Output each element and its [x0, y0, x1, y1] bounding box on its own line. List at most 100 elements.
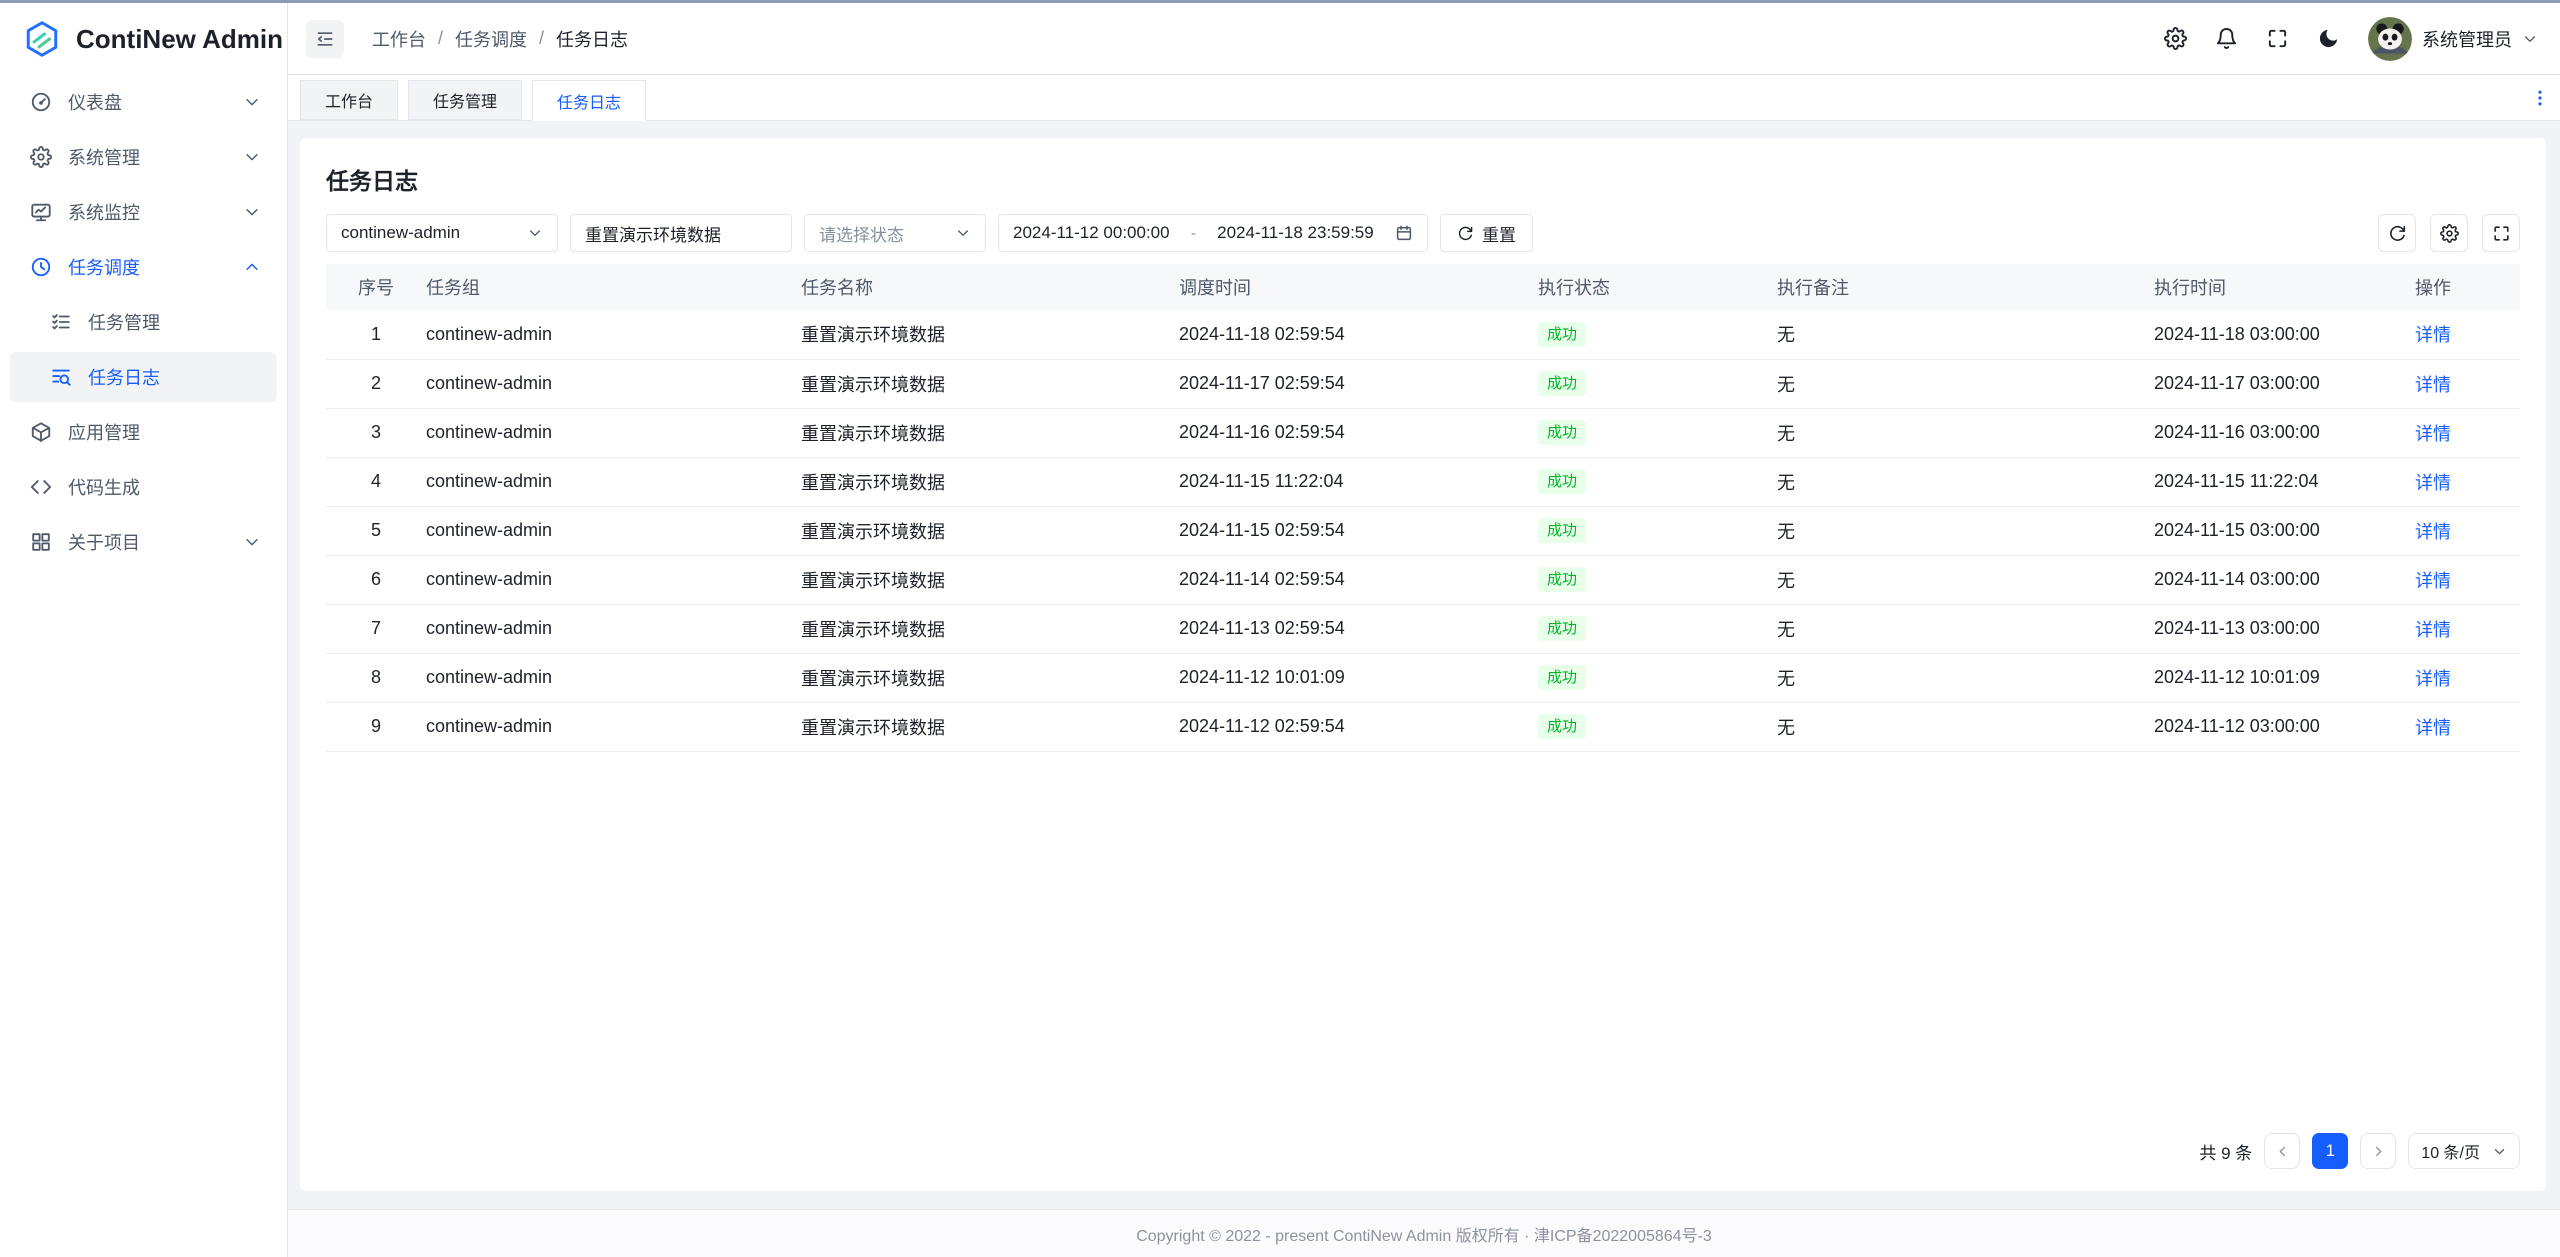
sidebar-item-label: 任务管理 — [88, 309, 160, 335]
table-row: 9continew-admin重置演示环境数据2024-11-12 02:59:… — [326, 702, 2520, 751]
sidebar-item-task-log[interactable]: 任务日志 — [10, 352, 277, 402]
tab-more-icon[interactable] — [2530, 88, 2550, 108]
chevron-down-icon — [243, 203, 261, 221]
topbar: 工作台/任务调度/任务日志 — [288, 3, 2560, 75]
pagination-next-button[interactable] — [2360, 1133, 2396, 1169]
sidebar-item-task-management[interactable]: 任务管理 — [10, 297, 277, 347]
task-name: 重置演示环境数据 — [801, 702, 1179, 751]
table-row: 8continew-admin重置演示环境数据2024-11-12 10:01:… — [326, 653, 2520, 702]
schedule-time: 2024-11-12 02:59:54 — [1179, 702, 1538, 751]
menu-fold-icon — [315, 29, 335, 49]
task-log-card: 任务日志 continew-admin 请选择状态 2024-11-12 00:… — [300, 138, 2546, 1191]
monitor-icon — [30, 201, 52, 223]
exec-time: 2024-11-16 03:00:00 — [2154, 408, 2415, 457]
row-index: 1 — [326, 310, 426, 359]
row-index: 4 — [326, 457, 426, 506]
sidebar-item-label: 系统管理 — [68, 144, 140, 170]
column-settings-button[interactable] — [2430, 214, 2468, 252]
pagination: 共 9 条 1 10 条/页 — [326, 1115, 2520, 1191]
column-header: 任务组 — [426, 264, 801, 310]
sidebar-collapse-button[interactable] — [306, 20, 344, 58]
cube-icon — [30, 421, 52, 443]
task-name-input[interactable] — [570, 214, 792, 252]
pagination-page-button[interactable]: 1 — [2312, 1133, 2348, 1169]
detail-link[interactable]: 详情 — [2415, 669, 2451, 689]
logo[interactable]: ContiNew Admin — [0, 3, 287, 75]
schedule-time: 2024-11-14 02:59:54 — [1179, 555, 1538, 604]
status-badge: 成功 — [1538, 616, 1586, 641]
date-start: 2024-11-12 00:00:00 — [1013, 223, 1170, 243]
exec-time: 2024-11-12 10:01:09 — [2154, 653, 2415, 702]
sidebar-item-label: 系统监控 — [68, 199, 140, 225]
pagination-prev-button[interactable] — [2264, 1133, 2300, 1169]
fullscreen-icon[interactable] — [2266, 27, 2289, 50]
status-cell: 成功 — [1538, 408, 1777, 457]
tab-workplace[interactable]: 工作台 — [300, 80, 398, 120]
status-badge: 成功 — [1538, 322, 1586, 347]
page-size-select[interactable]: 10 条/页 — [2408, 1133, 2520, 1169]
dark-mode-moon-icon[interactable] — [2317, 27, 2340, 50]
chevron-down-icon — [2492, 1144, 2507, 1159]
sidebar-item-app-management[interactable]: 应用管理 — [10, 407, 277, 457]
exec-remark: 无 — [1777, 604, 2154, 653]
chevron-right-icon — [2371, 1144, 2386, 1159]
column-header: 执行状态 — [1538, 264, 1777, 310]
detail-link[interactable]: 详情 — [2415, 325, 2451, 345]
tab-task-log[interactable]: 任务日志 — [532, 80, 646, 121]
action-cell: 详情 — [2415, 457, 2520, 506]
sidebar-item-system-management[interactable]: 系统管理 — [10, 132, 277, 182]
schedule-time: 2024-11-12 10:01:09 — [1179, 653, 1538, 702]
detail-link[interactable]: 详情 — [2415, 522, 2451, 542]
status-badge: 成功 — [1538, 371, 1586, 396]
detail-link[interactable]: 详情 — [2415, 424, 2451, 444]
notification-bell-icon[interactable] — [2215, 27, 2238, 50]
task-group: continew-admin — [426, 310, 801, 359]
status-cell: 成功 — [1538, 604, 1777, 653]
breadcrumb-item[interactable]: 工作台 — [372, 26, 426, 52]
sidebar-item-label: 任务调度 — [68, 254, 140, 280]
status-select[interactable]: 请选择状态 — [804, 214, 986, 252]
refresh-icon — [1457, 225, 1474, 242]
refresh-button[interactable] — [2378, 214, 2416, 252]
task-group: continew-admin — [426, 457, 801, 506]
sidebar-item-system-monitor[interactable]: 系统监控 — [10, 187, 277, 237]
table-row: 5continew-admin重置演示环境数据2024-11-15 02:59:… — [326, 506, 2520, 555]
schedule-time: 2024-11-17 02:59:54 — [1179, 359, 1538, 408]
table-row: 3continew-admin重置演示环境数据2024-11-16 02:59:… — [326, 408, 2520, 457]
detail-link[interactable]: 详情 — [2415, 571, 2451, 591]
user-menu[interactable]: 系统管理员 — [2368, 17, 2538, 61]
tabbar: 工作台任务管理任务日志 — [288, 75, 2560, 121]
breadcrumb-item[interactable]: 任务调度 — [455, 26, 527, 52]
sidebar-item-task-schedule[interactable]: 任务调度 — [10, 242, 277, 292]
grid-icon — [30, 531, 52, 553]
sidebar-item-code-generation[interactable]: 代码生成 — [10, 462, 277, 512]
task-log-table: 序号任务组任务名称调度时间执行状态执行备注执行时间操作 1continew-ad… — [326, 264, 2520, 752]
exec-remark: 无 — [1777, 359, 2154, 408]
column-header: 操作 — [2415, 264, 2520, 310]
detail-link[interactable]: 详情 — [2415, 718, 2451, 738]
task-group-select[interactable]: continew-admin — [326, 214, 558, 252]
tab-task-management[interactable]: 任务管理 — [408, 80, 522, 120]
detail-link[interactable]: 详情 — [2415, 375, 2451, 395]
chevron-down-icon — [243, 93, 261, 111]
log-search-icon — [50, 366, 72, 388]
exec-remark: 无 — [1777, 555, 2154, 604]
breadcrumb-separator: / — [438, 28, 443, 49]
exec-time: 2024-11-15 03:00:00 — [2154, 506, 2415, 555]
detail-link[interactable]: 详情 — [2415, 473, 2451, 493]
breadcrumb-item[interactable]: 任务日志 — [556, 26, 628, 52]
table-fullscreen-button[interactable] — [2482, 214, 2520, 252]
exec-time: 2024-11-17 03:00:00 — [2154, 359, 2415, 408]
column-header: 任务名称 — [801, 264, 1179, 310]
schedule-time: 2024-11-18 02:59:54 — [1179, 310, 1538, 359]
table-row: 6continew-admin重置演示环境数据2024-11-14 02:59:… — [326, 555, 2520, 604]
date-range-picker[interactable]: 2024-11-12 00:00:00 - 2024-11-18 23:59:5… — [998, 214, 1428, 252]
settings-icon[interactable] — [2164, 27, 2187, 50]
calendar-icon — [1395, 224, 1413, 242]
sidebar-item-about-project[interactable]: 关于项目 — [10, 517, 277, 567]
detail-link[interactable]: 详情 — [2415, 620, 2451, 640]
reset-button[interactable]: 重置 — [1440, 214, 1533, 252]
exec-time: 2024-11-12 03:00:00 — [2154, 702, 2415, 751]
row-index: 6 — [326, 555, 426, 604]
sidebar-item-dashboard[interactable]: 仪表盘 — [10, 77, 277, 127]
